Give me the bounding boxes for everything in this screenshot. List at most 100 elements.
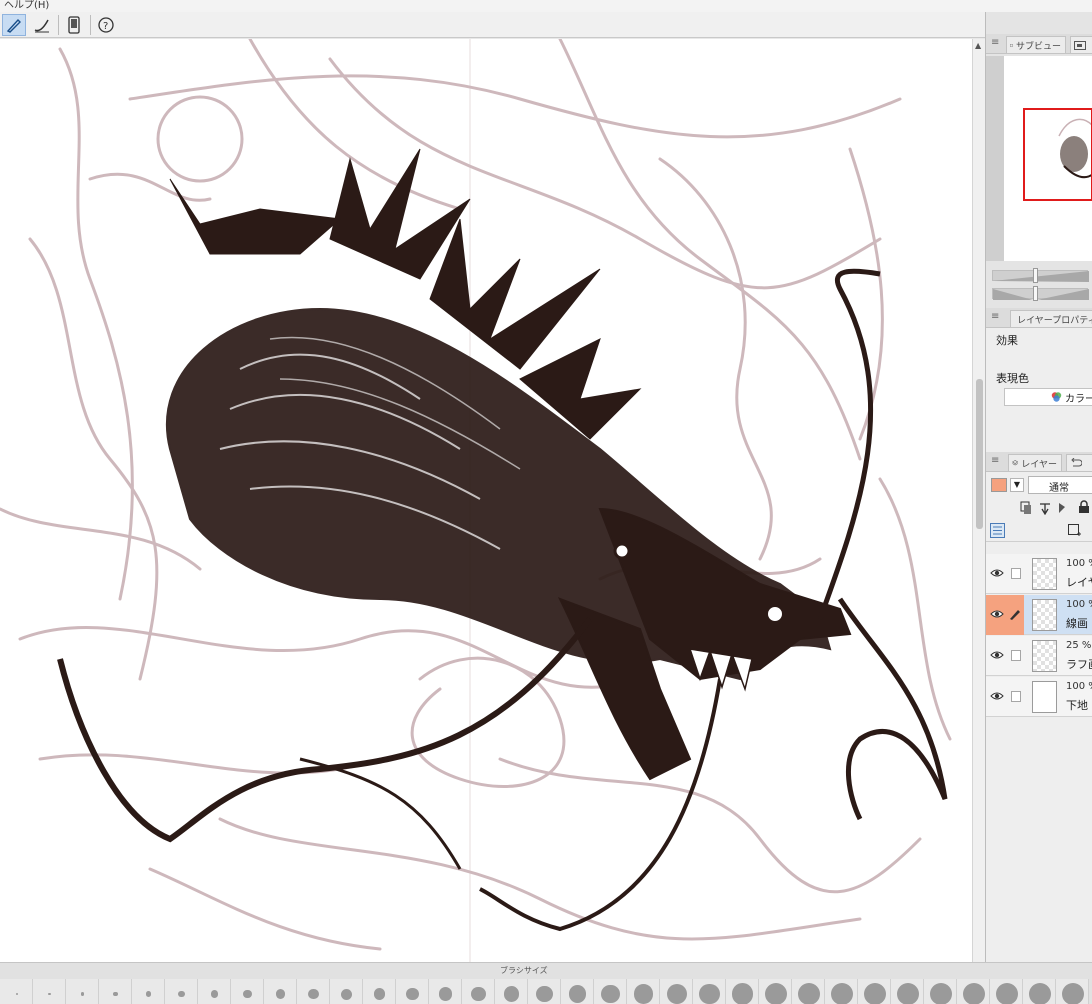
eye-icon[interactable] [990,567,1004,579]
layer-row[interactable]: 25 % ラフ画 [986,636,1092,676]
brush-size-preset[interactable] [495,979,528,1004]
layer-lock-checkbox[interactable] [1011,650,1021,661]
tab-layer-label: レイヤー [1021,459,1057,470]
main-color-swatch[interactable] [991,478,1007,492]
layer-list-toolbar [986,520,1092,542]
panel-menu-icon[interactable]: ≡ [991,311,999,322]
scroll-up-arrow-icon[interactable]: ▲ [975,41,981,50]
brush-size-preset[interactable] [165,979,198,1004]
drawing-canvas[interactable] [0,39,972,962]
navigator-view-frame[interactable] [1023,108,1092,201]
brush-size-preset[interactable] [363,979,396,1004]
brush-size-preset[interactable] [561,979,594,1004]
brush-size-preset[interactable] [957,979,990,1004]
tab-layer-property[interactable]: レイヤープロパティ [1010,310,1092,327]
brush-size-dot [210,990,219,998]
brush-size-preset[interactable] [132,979,165,1004]
brush-size-preset[interactable] [1023,979,1056,1004]
brush-size-preset[interactable] [462,979,495,1004]
panel-menu-icon[interactable]: ≡ [991,37,999,48]
new-layer-icon[interactable] [1068,524,1082,538]
layer-tool-row [986,498,1092,518]
pen-tool-button[interactable] [2,14,26,36]
layer-lock-checkbox[interactable] [1011,568,1021,579]
brush-size-preset[interactable] [33,979,66,1004]
tab-navigator-2[interactable] [1070,36,1092,53]
eye-icon[interactable] [990,649,1004,661]
expression-color-button[interactable]: カラー [1004,388,1092,406]
brush-tool-button[interactable] [30,14,54,36]
layer-lock-checkbox[interactable] [1011,691,1021,702]
brush-size-preset[interactable] [660,979,693,1004]
brush-size-preset[interactable] [297,979,330,1004]
draft-layer-icon[interactable] [1056,501,1070,515]
layer-list-icon[interactable] [990,523,1005,538]
brush-size-title: ブラシサイズ [500,966,548,975]
menu-bar: ヘルプ(H) [0,0,1092,12]
brush-size-preset[interactable] [1056,979,1089,1004]
layer-row[interactable]: 100 % 下地 [986,677,1092,717]
chevron-down-icon[interactable]: ▼ [1010,478,1024,492]
right-dock: ≡ サブビュー ≡ レイヤープロパティ 効果 表現色 カラー ≡ レイヤー ▼ … [985,12,1092,962]
brush-size-preset[interactable] [198,979,231,1004]
zoom-slider[interactable] [992,268,1089,283]
brush-size-dot [438,987,453,1001]
layer-row[interactable]: 100 % レイヤー [986,554,1092,594]
navigator-panel[interactable] [986,56,1092,261]
zoom-slider-handle[interactable] [1033,268,1038,283]
zoom-ramp-icon [993,271,1089,282]
brush-size-dot [80,992,85,996]
tab-history[interactable] [1066,454,1092,471]
brush-size-preset[interactable] [429,979,462,1004]
layer-name: 下地 [1066,699,1088,712]
brush-size-preset[interactable] [330,979,363,1004]
rotation-slider-handle[interactable] [1033,286,1038,301]
help-button[interactable]: ? [94,14,118,36]
brush-size-preset[interactable] [825,979,858,1004]
layer-name: レイヤー [1066,576,1092,589]
brush-size-preset[interactable] [264,979,297,1004]
lock-icon[interactable] [1078,500,1090,514]
eye-icon[interactable] [990,690,1004,702]
panel-menu-icon[interactable]: ≡ [991,455,999,466]
help-icon: ? [98,17,114,33]
rotation-slider[interactable] [992,286,1089,301]
reference-layer-icon[interactable] [1038,501,1052,515]
brush-size-preset[interactable] [990,979,1023,1004]
brush-size-preset[interactable] [858,979,891,1004]
brush-size-preset[interactable] [66,979,99,1004]
brush-size-preset[interactable] [693,979,726,1004]
brush-size-preset[interactable] [759,979,792,1004]
brush-size-preset[interactable] [627,979,660,1004]
blend-mode-row: ▼ 通常 [986,474,1092,496]
brush-size-dot [308,988,319,1000]
brush-size-preset[interactable] [792,979,825,1004]
brush-size-preset[interactable] [891,979,924,1004]
brush-size-dot [178,990,185,998]
layer-row[interactable]: 100 % 線画 [986,595,1092,635]
layer-property-panel: ≡ レイヤープロパティ 効果 表現色 カラー [986,308,1092,452]
brush-size-preset[interactable] [924,979,957,1004]
brush-size-preset[interactable] [396,979,429,1004]
brush-size-preset[interactable] [594,979,627,1004]
brush-size-preset[interactable] [528,979,561,1004]
layer-opacity: 25 % [1066,640,1092,651]
brush-size-dot [962,983,985,1004]
clip-layer-icon[interactable] [1020,501,1032,515]
tablet-button[interactable] [62,14,86,36]
brush-size-dot [896,983,919,1004]
brush-size-preset[interactable] [231,979,264,1004]
eye-icon[interactable] [990,608,1004,620]
scrollbar-thumb[interactable] [976,379,983,529]
brush-size-preset[interactable] [99,979,132,1004]
tab-navigator[interactable]: サブビュー [1006,36,1066,53]
navigator-icon [1074,40,1086,50]
layer-thumbnail [1032,599,1057,631]
tab-layer[interactable]: レイヤー [1008,454,1062,471]
brush-size-preset[interactable] [726,979,759,1004]
blend-mode-select[interactable]: 通常 [1028,476,1092,494]
help-menu-partial[interactable]: ヘルプ(H) [4,0,49,11]
canvas-vertical-scrollbar[interactable]: ▲ [972,39,985,962]
brush-size-preset[interactable] [0,979,33,1004]
brush-size-presets [0,979,1092,1004]
